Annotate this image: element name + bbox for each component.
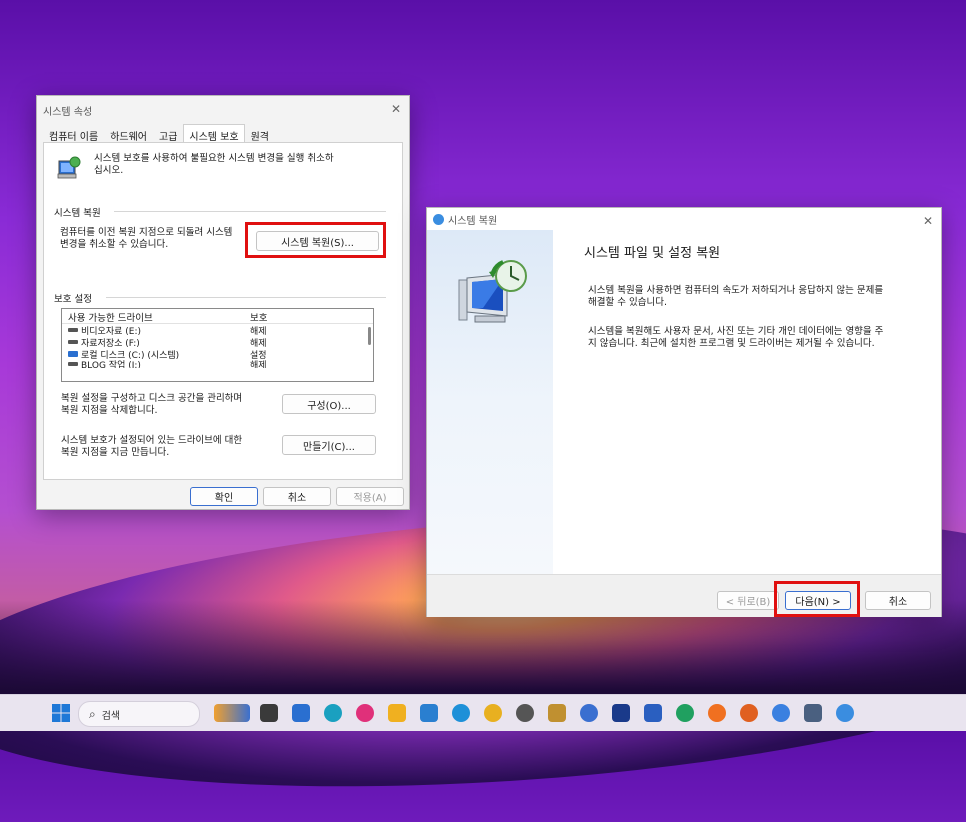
protection-section-label: 보호 설정 <box>54 294 92 305</box>
app-icon[interactable] <box>804 704 822 722</box>
app-icon[interactable] <box>516 704 534 722</box>
scrollbar-thumb[interactable] <box>368 327 371 345</box>
firefox-icon[interactable] <box>740 704 758 722</box>
tab-advanced[interactable]: 고급 <box>153 124 183 143</box>
drive-icon <box>68 328 78 332</box>
app-icon[interactable] <box>452 704 470 722</box>
system-protection-icon <box>57 156 81 179</box>
restore-desc-1: 컴퓨터를 이전 복원 지점으로 되돌려 시스템 <box>60 227 233 238</box>
intro-line-2: 십시오. <box>94 165 124 176</box>
tab-remote[interactable]: 원격 <box>245 124 275 143</box>
tab-computer-name[interactable]: 컴퓨터 이름 <box>43 124 104 143</box>
drive-icon <box>68 362 78 366</box>
wizard-para-1-line-2: 해결할 수 있습니다. <box>588 297 667 308</box>
system-restore-taskbar-icon[interactable] <box>836 704 854 722</box>
search-icon: ⌕ <box>89 706 96 721</box>
wizard-para-2-line-1: 시스템을 복원해도 사용자 문서, 사진 또는 기타 개인 데이터에는 영향을 … <box>588 326 884 337</box>
taskbar: ⌕ 검색 <box>0 694 966 731</box>
wizard-footer <box>427 574 941 617</box>
close-icon[interactable]: ✕ <box>391 102 401 116</box>
list-item[interactable]: BLOG 작업 (I:) 해제 <box>62 360 373 368</box>
wizard-para-1-line-1: 시스템 복원을 사용하면 컴퓨터의 속도가 저하되거나 응답하지 않는 문제를 <box>588 285 884 296</box>
tab-system-protection[interactable]: 시스템 보호 <box>183 124 245 143</box>
app-icon[interactable] <box>708 704 726 722</box>
restore-monitor-icon <box>458 260 527 323</box>
todo-icon[interactable] <box>580 704 598 722</box>
close-icon[interactable]: ✕ <box>923 214 933 228</box>
store-icon[interactable] <box>292 704 310 722</box>
cancel-button[interactable]: 취소 <box>865 591 931 610</box>
intro-line-1: 시스템 보호를 사용하여 불필요한 시스템 변경을 실행 취소하 <box>94 153 334 164</box>
file-explorer-icon[interactable] <box>388 704 406 722</box>
wizard-heading: 시스템 파일 및 설정 복원 <box>584 246 721 261</box>
column-drive[interactable]: 사용 가능한 드라이브 <box>62 309 244 324</box>
config-desc-2: 복원 지점을 삭제합니다. <box>61 405 158 416</box>
drive-icon <box>68 340 78 344</box>
column-protection[interactable]: 보호 <box>244 309 273 324</box>
highlight-box <box>774 581 860 617</box>
drive-state: 설정 <box>250 350 267 361</box>
list-item[interactable]: 자료저장소 (F:) 해제 <box>62 336 373 349</box>
create-desc-1: 시스템 보호가 설정되어 있는 드라이브에 대한 <box>61 435 243 446</box>
back-button[interactable]: < 뒤로(B) <box>717 591 779 610</box>
wizard-para-2-line-2: 지 않습니다. 최근에 설치한 프로그램 및 드라이버는 제거될 수 있습니다. <box>588 338 875 349</box>
app-icon[interactable] <box>676 704 694 722</box>
cancel-button[interactable]: 취소 <box>263 487 331 506</box>
restore-section-label: 시스템 복원 <box>54 208 101 219</box>
widgets-icon[interactable] <box>214 704 250 722</box>
drive-list[interactable]: 사용 가능한 드라이브 보호 비디오자료 (E:) 해제 자료저장소 (F:) … <box>61 308 374 382</box>
drive-name: 로컬 디스크 (C:) (시스템) <box>81 350 180 361</box>
windows-start-icon[interactable] <box>52 704 70 722</box>
lightroom-icon[interactable] <box>612 704 630 722</box>
notepad-icon[interactable] <box>420 704 438 722</box>
task-view-icon[interactable] <box>260 704 278 722</box>
drive-name: BLOG 작업 (I:) <box>81 360 141 369</box>
tab-bar: 컴퓨터 이름 하드웨어 고급 시스템 보호 원격 <box>43 124 275 143</box>
title-bar: 시스템 복원 <box>427 208 941 230</box>
app-icon[interactable] <box>548 704 566 722</box>
config-desc-1: 복원 설정을 구성하고 디스크 공간을 관리하며 <box>61 393 243 404</box>
drive-list-header: 사용 가능한 드라이브 보호 <box>62 309 373 324</box>
list-item[interactable]: 비디오자료 (E:) 해제 <box>62 324 373 337</box>
create-button[interactable]: 만들기(C)... <box>282 435 376 455</box>
divider <box>106 297 386 298</box>
window-title: 시스템 속성 <box>43 106 93 118</box>
highlight-box <box>245 222 386 258</box>
wizard-sidebar <box>427 230 553 574</box>
chrome-icon[interactable] <box>484 704 502 722</box>
window-title: 시스템 복원 <box>448 215 498 227</box>
drive-state: 해제 <box>250 360 267 369</box>
app-icon[interactable] <box>356 704 374 722</box>
taskbar-search[interactable]: ⌕ 검색 <box>78 701 200 727</box>
divider <box>114 211 386 212</box>
restore-desc-2: 변경을 취소할 수 있습니다. <box>60 239 169 250</box>
tab-hardware[interactable]: 하드웨어 <box>104 124 153 143</box>
list-item[interactable]: 로컬 디스크 (C:) (시스템) 설정 <box>62 348 373 361</box>
system-drive-icon <box>68 351 78 357</box>
search-label: 검색 <box>101 710 121 722</box>
edge-icon[interactable] <box>324 704 342 722</box>
configure-button[interactable]: 구성(O)... <box>282 394 376 414</box>
ok-button[interactable]: 확인 <box>190 487 258 506</box>
create-desc-2: 복원 지점을 지금 만듭니다. <box>61 447 170 458</box>
app-icon[interactable] <box>772 704 790 722</box>
apply-button[interactable]: 적용(A) <box>336 487 404 506</box>
system-restore-icon <box>433 213 444 225</box>
system-properties-window: 시스템 속성 ✕ 컴퓨터 이름 하드웨어 고급 시스템 보호 원격 시스템 보호… <box>36 95 410 510</box>
word-icon[interactable] <box>644 704 662 722</box>
system-restore-window: 시스템 복원 ✕ 시스템 파일 및 설정 복원 시스템 복원을 사용하면 컴퓨터… <box>426 207 942 617</box>
